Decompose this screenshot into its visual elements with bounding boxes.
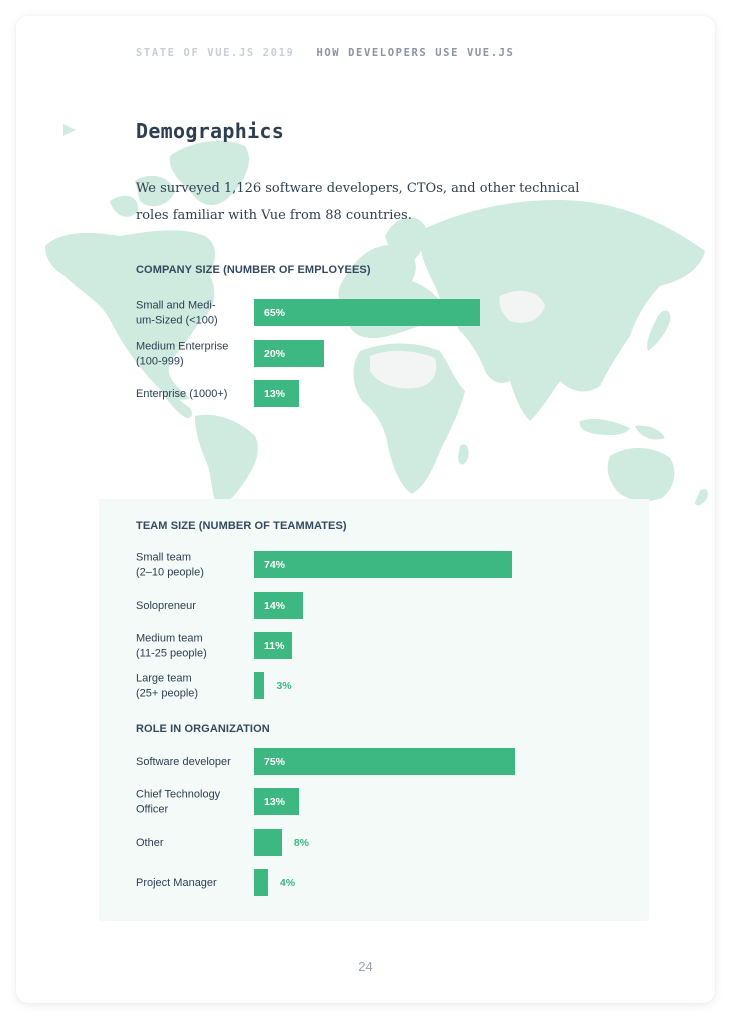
intro-paragraph: We surveyed 1,126 software developers, C… xyxy=(136,181,580,223)
bar xyxy=(254,672,265,699)
running-head: STATE OF VUE.JS 2019 HOW DEVELOPERS USE V… xyxy=(136,47,514,59)
report-series-title: STATE OF VUE.JS 2019 xyxy=(136,47,295,59)
team-size-bar-row: Solopreneur 14% xyxy=(136,592,616,620)
bar-value-label: 3% xyxy=(276,680,292,692)
company-size-bar-row: Small and Medi-um-Sized (<100) 65% xyxy=(136,299,616,327)
page-number: 24 xyxy=(358,959,373,974)
map-madagascar xyxy=(458,444,469,465)
bar-category-label: Software developer xyxy=(136,755,231,768)
bar xyxy=(254,299,481,326)
map-japan xyxy=(647,310,671,351)
bar xyxy=(254,551,512,578)
map-sea-islands xyxy=(579,418,665,440)
map-australia xyxy=(607,447,675,502)
team-size-chart-title: TEAM SIZE (NUMBER OF TEAMMATES) xyxy=(136,520,347,532)
bar xyxy=(254,829,282,856)
team-size-bar-row: Large team (25+ people) 3% xyxy=(136,672,616,700)
bar-value-label: 8% xyxy=(293,837,310,849)
bar-category-label: Enterprise (1000+) xyxy=(136,387,228,400)
section-title: Demographics xyxy=(136,119,285,143)
chapter-title: HOW DEVELOPERS USE VUE.JS xyxy=(316,47,515,59)
bar-value-label: 14% xyxy=(264,600,286,612)
role-bar-row: Other 8% xyxy=(136,829,616,857)
bar xyxy=(254,869,268,896)
bar-category-label: Small and Medi-um-Sized (<100) xyxy=(136,299,218,327)
team-size-bar-row: Small team (2–10 people) 74% xyxy=(136,551,616,579)
bar xyxy=(254,748,515,775)
bar-category-label: Medium team (11-25 people) xyxy=(136,632,207,660)
bar-category-label: Large team (25+ people) xyxy=(136,672,199,700)
bar-value-label: 4% xyxy=(279,877,296,889)
bar-value-label: 13% xyxy=(264,796,286,808)
bar-value-label: 65% xyxy=(264,307,286,319)
role-bar-row: Software developer 75% xyxy=(136,748,616,776)
company-size-bar-row: Medium Enterprise (100-999) 20% xyxy=(136,340,616,368)
bar-category-label: Solopreneur xyxy=(136,599,196,612)
role-chart-title: ROLE IN ORGANIZATION xyxy=(136,723,270,735)
role-bar-row: Chief Technology Officer 13% xyxy=(136,788,616,816)
role-bar-row: Project Manager 4% xyxy=(136,869,616,897)
report-page: STATE OF VUE.JS 2019 HOW DEVELOPERS USE V… xyxy=(16,16,715,1003)
bar-value-label: 75% xyxy=(264,756,286,768)
bar-category-label: Medium Enterprise (100-999) xyxy=(136,340,229,368)
company-size-bar-row: Enterprise (1000+) 13% xyxy=(136,380,616,408)
section-marker-icon xyxy=(63,124,76,136)
bar-category-label: Small team (2–10 people) xyxy=(136,551,204,579)
bar-category-label: Other xyxy=(136,836,164,849)
bar-value-label: 13% xyxy=(264,388,286,400)
bar-value-label: 20% xyxy=(264,348,286,360)
bar-category-label: Chief Technology Officer xyxy=(136,788,221,816)
team-size-bar-row: Medium team (11-25 people) 11% xyxy=(136,632,616,660)
bar-category-label: Project Manager xyxy=(136,876,217,889)
map-new-zealand xyxy=(695,488,708,506)
bar-value-label: 11% xyxy=(264,640,285,652)
map-south-america xyxy=(195,414,258,508)
company-size-chart-title: COMPANY SIZE (NUMBER OF EMPLOYEES) xyxy=(136,264,371,276)
bar-value-label: 74% xyxy=(264,559,286,571)
